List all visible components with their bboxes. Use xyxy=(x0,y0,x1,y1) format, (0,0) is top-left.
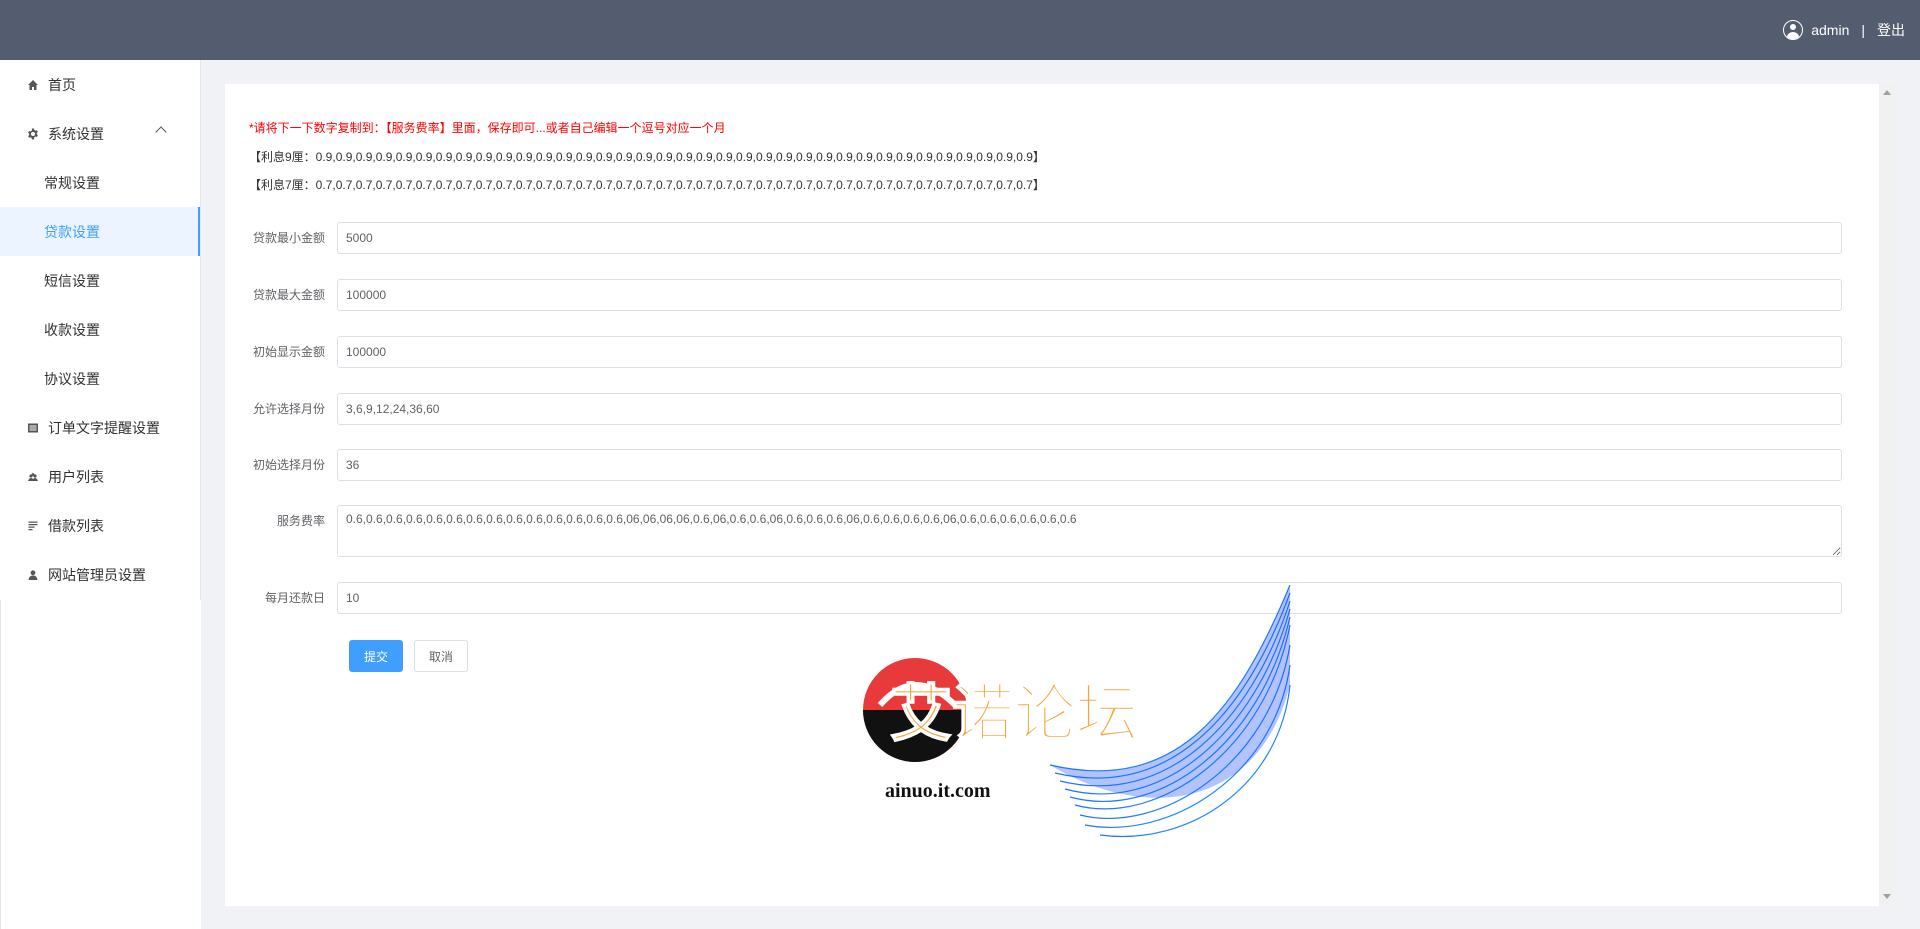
allowed-months-input[interactable] xyxy=(337,393,1842,425)
form-row-service-rate: 服务费率 0.6,0.6,0.6,0.6,0.6,0.6,0.6,0.6,0.6… xyxy=(240,505,1854,557)
cancel-button[interactable]: 取消 xyxy=(414,640,469,672)
sidebar-item-label: 用户列表 xyxy=(48,468,104,485)
user-icon xyxy=(26,568,40,582)
init-amount-input[interactable] xyxy=(337,336,1842,368)
sidebar-item-label: 借款列表 xyxy=(48,517,104,534)
form-row-init-amount: 初始显示金额 xyxy=(240,336,1854,368)
service-rate-textarea[interactable]: 0.6,0.6,0.6,0.6,0.6,0.6,0.6,0.6,0.6,0.6,… xyxy=(337,505,1842,557)
form-row-min-amount: 贷款最小金额 xyxy=(240,222,1854,254)
sidebar-item-payment-settings[interactable]: 收款设置 xyxy=(0,305,200,354)
sidebar-background xyxy=(0,600,201,929)
max-amount-input[interactable] xyxy=(337,279,1842,311)
watermark-title: 艾诺论坛 xyxy=(890,677,1138,750)
site-watermark: 艾诺论坛 ainuo.it.com xyxy=(863,585,1291,837)
sidebar-item-label: 订单文字提醒设置 xyxy=(48,419,160,436)
watermark-url: ainuo.it.com xyxy=(885,780,991,802)
init-month-label: 初始选择月份 xyxy=(252,458,325,472)
home-icon xyxy=(26,78,40,92)
username[interactable]: admin xyxy=(1811,22,1849,38)
form-actions: 提交 取消 xyxy=(349,640,469,672)
sidebar-item-label: 系统设置 xyxy=(48,125,104,142)
max-amount-label: 贷款最大金额 xyxy=(252,288,325,302)
service-rate-label: 服务费率 xyxy=(276,514,325,528)
logout-link[interactable]: 登出 xyxy=(1877,20,1905,40)
form-row-init-month: 初始选择月份 xyxy=(240,449,1854,481)
sidebar-item-order-text-reminder[interactable]: 订单文字提醒设置 xyxy=(0,403,200,452)
min-amount-input[interactable] xyxy=(337,222,1842,254)
submit-button[interactable]: 提交 xyxy=(349,640,404,672)
rate-7-line: 【利息7厘：0.7,0.7,0.7,0.7,0.7,0.7,0.7,0.7,0.… xyxy=(249,178,1045,192)
users-icon xyxy=(26,470,40,484)
vertical-scrollbar[interactable] xyxy=(1879,84,1895,906)
sidebar-item-loan-settings[interactable]: 贷款设置 xyxy=(0,207,200,256)
scroll-up-arrow-icon[interactable] xyxy=(1883,90,1891,95)
document-list-icon xyxy=(26,519,40,533)
scroll-down-arrow-icon[interactable] xyxy=(1883,894,1891,899)
list-icon xyxy=(26,421,40,435)
chevron-up-icon xyxy=(155,126,167,138)
form-row-max-amount: 贷款最大金额 xyxy=(240,279,1854,311)
sidebar-item-home[interactable]: 首页 xyxy=(0,60,200,109)
sidebar-item-site-admin-settings[interactable]: 网站管理员设置 xyxy=(0,550,200,599)
rate-copy-notice: *请将下一下数字复制到：【服务费率】里面，保存即可...或者自己编辑一个逗号对应… xyxy=(249,121,726,135)
sidebar-item-label: 首页 xyxy=(48,76,76,93)
user-avatar-icon[interactable] xyxy=(1783,20,1804,40)
user-area: admin | 登出 xyxy=(1783,0,1905,60)
sidebar-item-agreement-settings[interactable]: 协议设置 xyxy=(0,354,200,403)
sidebar-item-user-list[interactable]: 用户列表 xyxy=(0,452,200,501)
gear-icon xyxy=(26,127,40,141)
init-month-input[interactable] xyxy=(337,449,1842,481)
repay-day-label: 每月还款日 xyxy=(264,591,325,605)
allowed-months-label: 允许选择月份 xyxy=(252,402,325,416)
sidebar-item-sms-settings[interactable]: 短信设置 xyxy=(0,256,200,305)
sidebar-item-loan-list[interactable]: 借款列表 xyxy=(0,501,200,550)
sidebar-item-general-settings[interactable]: 常规设置 xyxy=(0,158,200,207)
sidebar-item-label: 网站管理员设置 xyxy=(48,566,146,583)
min-amount-label: 贷款最小金额 xyxy=(252,231,325,245)
init-amount-label: 初始显示金额 xyxy=(252,345,325,359)
sidebar-item-system-settings[interactable]: 系统设置 xyxy=(0,109,200,158)
form-row-allowed-months: 允许选择月份 xyxy=(240,393,1854,425)
top-header: admin | 登出 xyxy=(0,0,1920,60)
header-separator: | xyxy=(1861,22,1865,38)
rate-9-line: 【利息9厘：0.9,0.9,0.9,0.9,0.9,0.9,0.9,0.9,0.… xyxy=(249,150,1045,164)
sidebar-menu: 首页 系统设置 常规设置 贷款设置 短信设置 收款设置 协议设置 订单文字提醒设… xyxy=(0,60,201,600)
